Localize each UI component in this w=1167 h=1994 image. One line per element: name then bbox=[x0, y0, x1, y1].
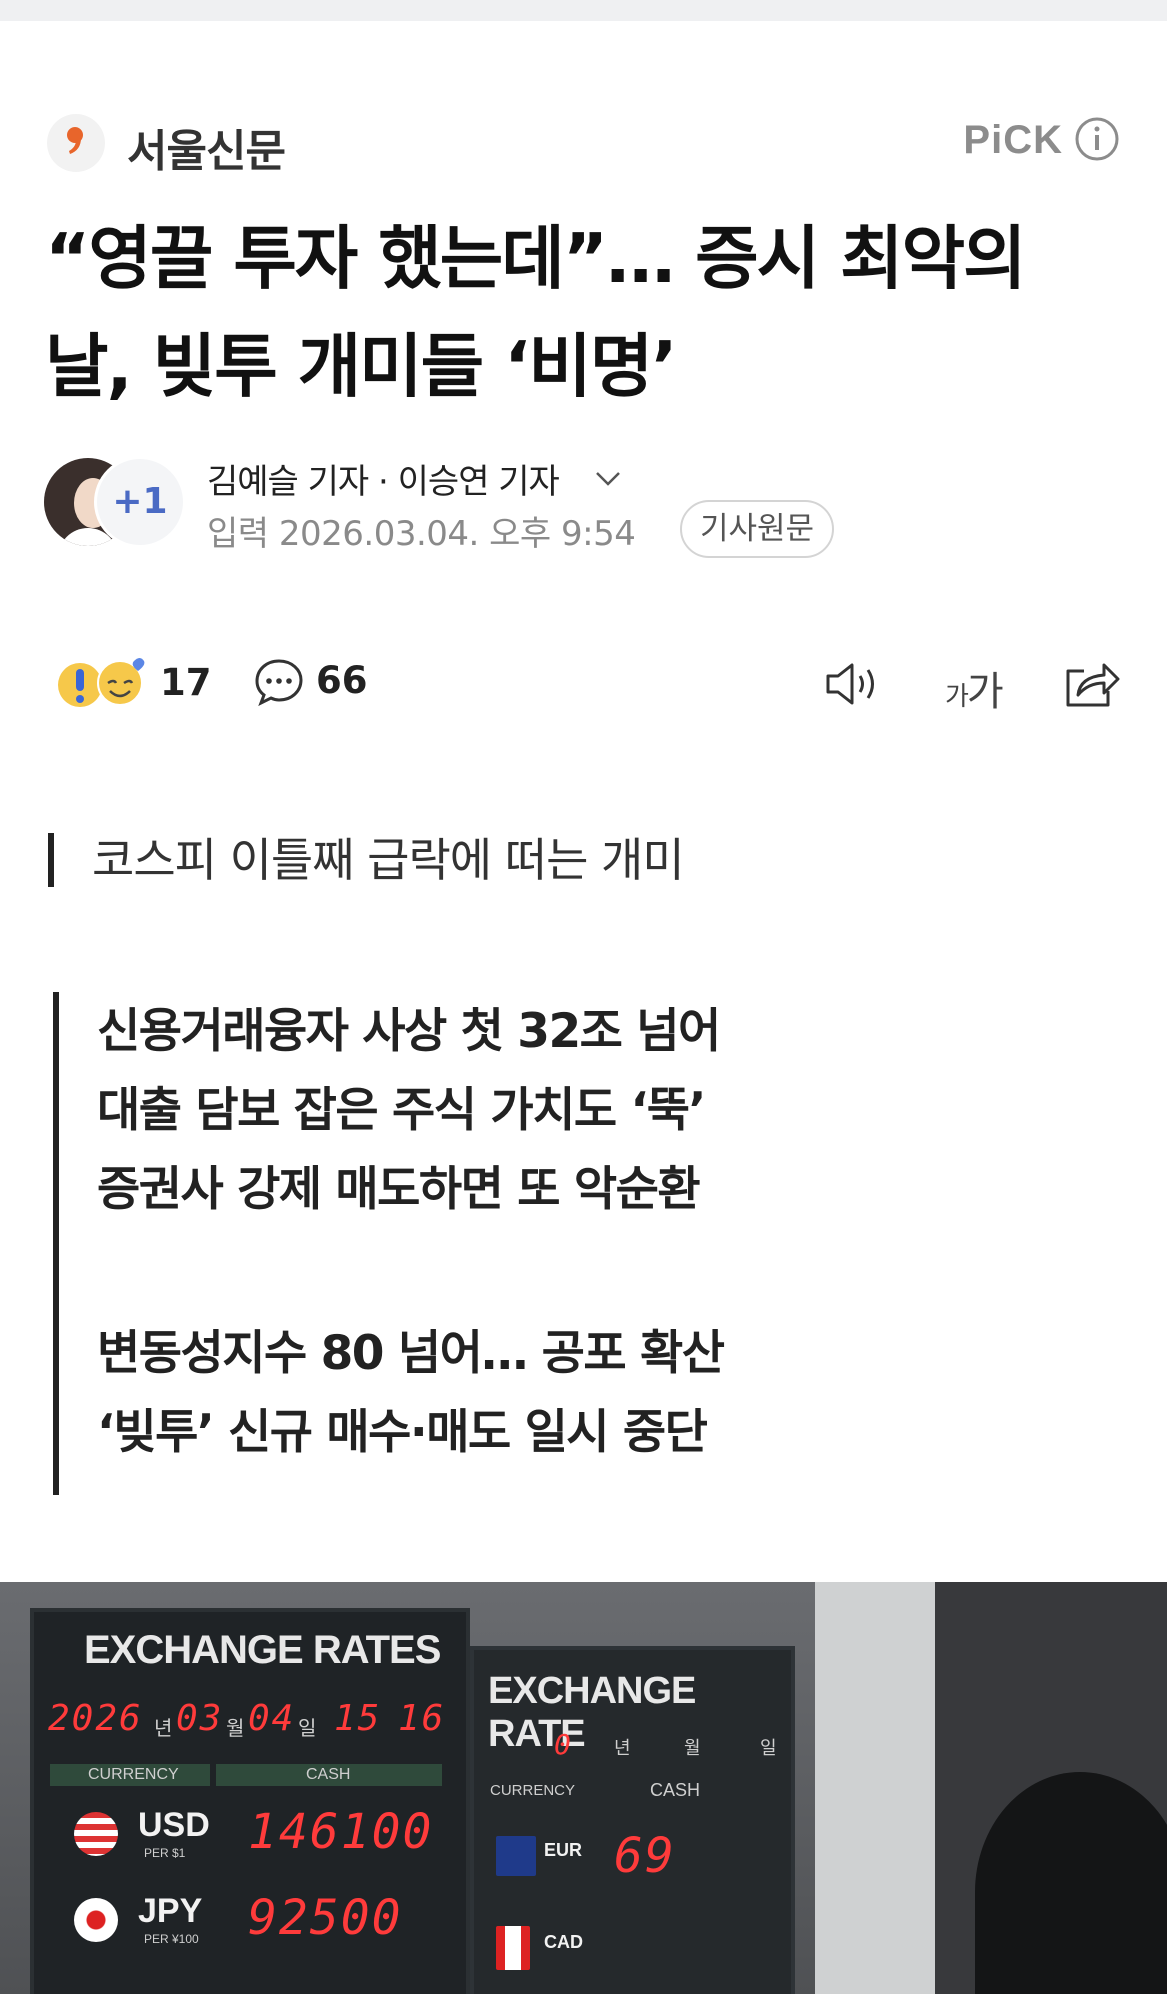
reaction-count: 17 bbox=[160, 661, 212, 704]
board-month: 03 bbox=[176, 1698, 224, 1739]
usd-code: USD bbox=[138, 1806, 210, 1844]
eur-rate: 69 bbox=[614, 1828, 676, 1884]
reaction-icon[interactable] bbox=[54, 655, 150, 711]
exchange-rate-board: EXCHANGE RATES 2026 년 03 월 04 일 15 16 CU… bbox=[30, 1608, 470, 1994]
board2-zero: 0 bbox=[554, 1728, 573, 1761]
board-month-unit: 월 bbox=[226, 1718, 245, 1740]
status-strip bbox=[0, 0, 1167, 21]
headline-line-2: 날, 빚투 개미들 ‘비명’ bbox=[45, 327, 678, 407]
share-icon[interactable] bbox=[1062, 657, 1120, 709]
jpy-rate: 92500 bbox=[248, 1890, 403, 1946]
jpy-code: JPY bbox=[138, 1892, 203, 1930]
summary-line: 증권사 강제 매도하면 또 악순환 bbox=[97, 1162, 701, 1217]
article-photo[interactable]: EXCHANGE RATES 2026 년 03 월 04 일 15 16 CU… bbox=[0, 1582, 1167, 1994]
comment-count: 66 bbox=[316, 659, 368, 702]
jpy-per: PER ¥100 bbox=[144, 1932, 199, 1946]
extra-reporters-badge[interactable]: +1 bbox=[94, 456, 186, 548]
board-cash-header: CASH bbox=[306, 1766, 351, 1783]
board-title: EXCHANGE RATES bbox=[84, 1628, 441, 1672]
eur-code: EUR bbox=[544, 1840, 583, 1860]
press-logo[interactable] bbox=[47, 114, 105, 172]
chevron-down-icon[interactable] bbox=[591, 466, 625, 490]
info-icon[interactable] bbox=[1074, 116, 1120, 162]
eu-flag-icon bbox=[496, 1836, 536, 1876]
article-actions: 17 66 가가 bbox=[54, 655, 1120, 715]
board-year: 2026 bbox=[48, 1698, 143, 1739]
board-minute: 16 bbox=[398, 1698, 446, 1739]
byline: +1 김예슬 기자 · 이승연 기자 입력 2026.03.04. 오후 9:5… bbox=[44, 454, 1124, 564]
speaker-icon[interactable] bbox=[824, 661, 882, 707]
headline-line-1: “영끌 투자 했는데”… 증시 최악의 bbox=[45, 219, 1027, 299]
board2-title: EXCHANGE RATE bbox=[488, 1670, 696, 1755]
original-article-button[interactable]: 기사원문 bbox=[680, 500, 835, 558]
summary-line: 신용거래융자 사상 첫 32조 넘어 bbox=[97, 1004, 721, 1059]
summary-line: ‘빚투’ 신규 매수·매도 일시 중단 bbox=[97, 1405, 708, 1460]
us-flag-icon bbox=[74, 1812, 118, 1856]
font-size-large-label: 가 bbox=[966, 669, 1004, 715]
board-day-unit: 일 bbox=[298, 1718, 317, 1740]
press-name[interactable]: 서울신문 bbox=[127, 115, 286, 179]
board-day: 04 bbox=[248, 1698, 296, 1739]
press-header: 서울신문 PiCK bbox=[47, 112, 1120, 177]
pick-badge: PiCK bbox=[963, 118, 1063, 162]
article-summary: 신용거래융자 사상 첫 32조 넘어 대출 담보 잡은 주식 가치도 ‘뚝’ 증… bbox=[53, 992, 853, 1495]
board-currency-header: CURRENCY bbox=[88, 1766, 179, 1783]
board-hour: 15 bbox=[334, 1698, 382, 1739]
canada-flag-icon bbox=[496, 1926, 530, 1970]
font-size-button[interactable]: 가가 bbox=[945, 659, 1004, 717]
japan-flag-icon bbox=[74, 1898, 118, 1942]
usd-rate: 146100 bbox=[248, 1804, 434, 1860]
usd-per: PER $1 bbox=[144, 1846, 186, 1860]
press-comma-icon bbox=[67, 127, 83, 154]
exchange-rate-board-2: EXCHANGE RATE 0 년 월 일 CURRENCY CASH EUR … bbox=[470, 1646, 795, 1994]
publish-date: 입력 2026.03.04. 오후 9:54 bbox=[207, 514, 636, 554]
board2-day-unit: 일 bbox=[760, 1738, 777, 1758]
comment-icon[interactable] bbox=[254, 658, 304, 706]
reporter-names[interactable]: 김예슬 기자 · 이승연 기자 bbox=[207, 454, 560, 503]
article-headline: “영끌 투자 했는데”… 증시 최악의 날, 빚투 개미들 ‘비명’ bbox=[45, 205, 1125, 421]
article-subtitle: 코스피 이틀째 급락에 떠는 개미 bbox=[48, 833, 685, 887]
board-year-unit: 년 bbox=[154, 1718, 173, 1740]
board2-cash-header: CASH bbox=[650, 1780, 701, 1800]
summary-line: 변동성지수 80 넘어… 공포 확산 bbox=[97, 1326, 725, 1381]
board2-currency-header: CURRENCY bbox=[490, 1782, 576, 1799]
board2-year-unit: 년 bbox=[614, 1738, 631, 1758]
font-size-small-label: 가 bbox=[945, 682, 969, 712]
summary-line: 대출 담보 잡은 주식 가치도 ‘뚝’ bbox=[97, 1083, 706, 1138]
cad-code: CAD bbox=[544, 1932, 583, 1952]
board2-month-unit: 월 bbox=[684, 1738, 701, 1758]
